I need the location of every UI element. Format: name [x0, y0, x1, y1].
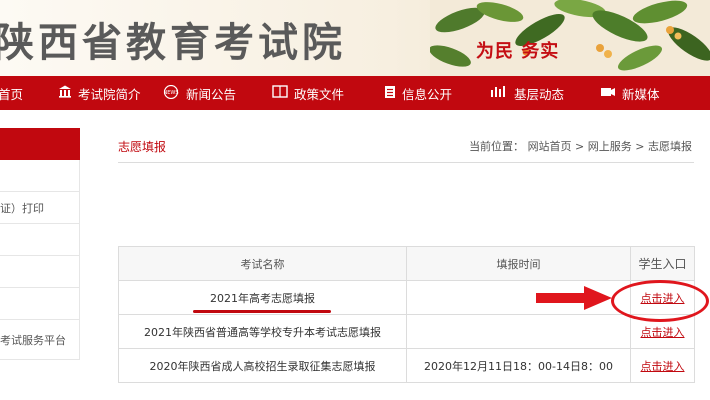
- breadcrumb-separator: >: [571, 140, 588, 153]
- nav-about-label: 考试院简介: [78, 86, 141, 102]
- enter-link[interactable]: 点击进入: [641, 360, 685, 373]
- exam-table: 考试名称 填报时间 学生入口 2021年高考志愿填报 点击进入 2021年陕西省…: [118, 246, 695, 383]
- sidebar-item-label: 考试服务平台: [0, 333, 66, 347]
- sidebar-item-exam-service[interactable]: 考试服务平台: [0, 320, 80, 360]
- nav-info[interactable]: 信息公开: [384, 76, 452, 110]
- osmanthus-leaves-image: [430, 0, 710, 76]
- activity-icon: [490, 85, 508, 101]
- nav-local-news-label: 基层动态: [514, 86, 565, 102]
- breadcrumb-item-current: 志愿填报: [648, 140, 692, 153]
- book-icon: [272, 85, 288, 101]
- nav-about[interactable]: 考试院简介: [58, 76, 141, 110]
- annotation-circle: [611, 280, 709, 322]
- camera-icon: [600, 85, 616, 101]
- building-icon: [58, 85, 72, 101]
- sidebar-header: [0, 128, 80, 160]
- breadcrumb-item-home[interactable]: 网站首页: [528, 140, 572, 153]
- nav-info-label: 信息公开: [402, 86, 453, 102]
- news-icon: NEWS: [162, 84, 180, 102]
- table-row: 2021年陕西省普通高等学校专升本考试志愿填报 点击进入: [118, 314, 695, 349]
- table-header-row: 考试名称 填报时间 学生入口: [118, 246, 695, 281]
- breadcrumb-prefix: 当前位置：: [469, 140, 525, 153]
- entry-cell: 点击进入: [630, 348, 695, 383]
- column-header-fill-time: 填报时间: [406, 246, 631, 281]
- nav-news-label: 新闻公告: [186, 86, 237, 102]
- annotation-arrow-icon: [536, 286, 612, 310]
- nav-local-news[interactable]: 基层动态: [490, 76, 564, 110]
- table-row: 2020年陕西省成人高校招生录取征集志愿填报 2020年12月11日18：00-…: [118, 348, 695, 383]
- svg-text:NEWS: NEWS: [163, 90, 178, 96]
- highlight-underline: [193, 310, 331, 313]
- fill-time-cell: [406, 314, 631, 349]
- page: 陕西省教育考试院 为民 务实 首页 考试院简介 NEWS 新闻公告 政策文件 信…: [0, 0, 710, 400]
- sidebar-item[interactable]: [0, 160, 80, 192]
- page-title: 志愿填报: [118, 140, 167, 154]
- site-slogan: 为民 务实: [476, 41, 560, 62]
- breadcrumb-separator: >: [631, 140, 648, 153]
- nav-new-media[interactable]: 新媒体: [600, 76, 660, 110]
- sidebar-item[interactable]: [0, 256, 80, 288]
- column-header-student-entry: 学生入口: [630, 246, 695, 281]
- nav-home-label: 首页: [0, 86, 24, 102]
- fill-time-cell: 2020年12月11日18：00-14日8：00: [406, 348, 631, 383]
- sidebar-item-print[interactable]: 证）打印: [0, 192, 80, 224]
- main-nav: 首页 考试院简介 NEWS 新闻公告 政策文件 信息公开 基层动态 新媒体: [0, 76, 710, 110]
- nav-news[interactable]: NEWS 新闻公告: [162, 76, 236, 110]
- sidebar-item-label: 证）打印: [0, 201, 44, 215]
- column-header-exam-name: 考试名称: [118, 246, 407, 281]
- sidebar-item[interactable]: [0, 224, 80, 256]
- sidebar: 证）打印 考试服务平台: [0, 128, 80, 400]
- exam-name-cell: 2021年陕西省普通高等学校专升本考试志愿填报: [118, 314, 407, 349]
- exam-name-cell: 2020年陕西省成人高校招生录取征集志愿填报: [118, 348, 407, 383]
- nav-home[interactable]: 首页: [0, 76, 23, 110]
- nav-new-media-label: 新媒体: [622, 86, 660, 102]
- breadcrumb-item-online-service[interactable]: 网上服务: [588, 140, 632, 153]
- nav-policy[interactable]: 政策文件: [272, 76, 344, 110]
- title-divider: [118, 162, 694, 163]
- document-icon: [384, 85, 396, 102]
- sidebar-item[interactable]: [0, 288, 80, 320]
- site-title: 陕西省教育考试院: [0, 19, 346, 66]
- enter-link[interactable]: 点击进入: [641, 326, 685, 339]
- header-banner: 陕西省教育考试院 为民 务实: [0, 0, 710, 76]
- nav-policy-label: 政策文件: [294, 86, 345, 102]
- breadcrumb: 当前位置： 网站首页 > 网上服务 > 志愿填报: [469, 138, 692, 154]
